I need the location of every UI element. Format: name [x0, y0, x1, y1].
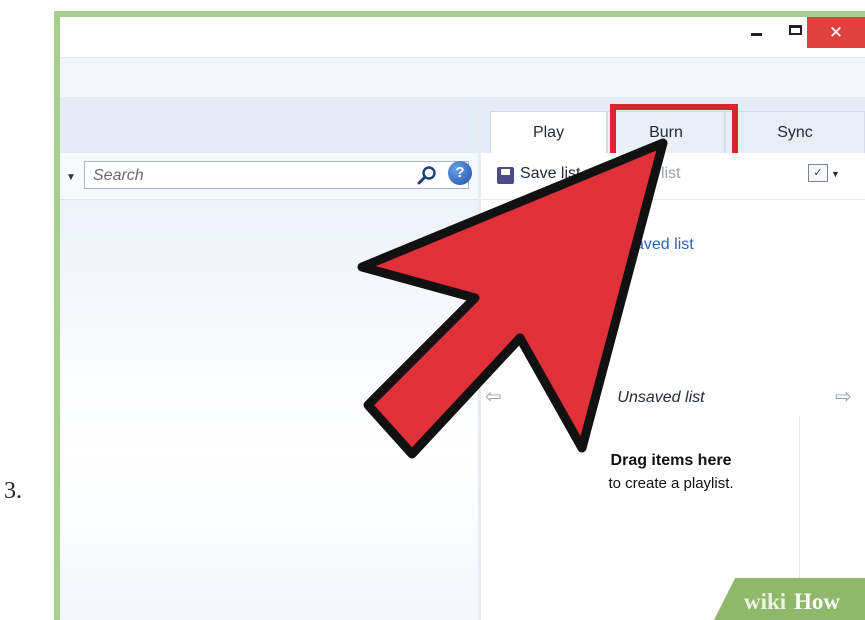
save-icon — [497, 167, 514, 184]
saved-list-link[interactable]: saved list — [627, 236, 694, 254]
library-content — [60, 200, 478, 620]
search-icon[interactable] — [416, 165, 438, 185]
screenshot-frame: ✕ ▼ ▼ ? Play — [54, 11, 865, 620]
library-header — [60, 97, 478, 154]
watermark-how-text: How — [794, 589, 840, 614]
minimize-button[interactable] — [751, 33, 762, 36]
title-bar: ✕ — [60, 17, 865, 57]
forward-arrow-icon[interactable]: ⇨ — [835, 384, 852, 409]
clear-list-button[interactable]: list — [661, 165, 681, 183]
search-input[interactable] — [91, 166, 385, 186]
search-box[interactable]: ▼ — [84, 161, 469, 189]
help-icon[interactable]: ? — [448, 161, 472, 185]
drag-hint-title: Drag items here — [610, 452, 732, 469]
step-number: 3. — [4, 478, 22, 504]
list-toolbar: Save list list ✓ ▼ — [481, 153, 865, 200]
tab-sync[interactable]: Sync — [725, 111, 865, 153]
maximize-button[interactable] — [789, 25, 802, 35]
list-options-icon[interactable]: ✓ — [808, 164, 828, 182]
close-button[interactable]: ✕ — [807, 17, 865, 48]
list-pane: Play Burn Sync Save list list ✓ ▼ saved … — [481, 97, 865, 620]
library-pane: ▼ ▼ ? — [60, 97, 478, 620]
save-list-button[interactable]: Save list — [520, 165, 580, 183]
tab-bar: Play Burn Sync — [481, 97, 865, 162]
address-band — [60, 57, 865, 98]
playlist-title: Unsaved list — [617, 389, 705, 406]
view-options-dropdown[interactable]: ▼ — [66, 172, 76, 183]
watermark-wiki-text: wiki — [744, 589, 787, 614]
wikihow-watermark: wiki How — [714, 578, 865, 620]
media-player-window: ✕ ▼ ▼ ? Play — [60, 17, 865, 620]
list-options-dropdown-arrow[interactable]: ▼ — [831, 169, 840, 179]
library-toolbar: ▼ ▼ ? — [60, 153, 478, 200]
tab-play[interactable]: Play — [490, 111, 607, 153]
drag-hint-subtitle: to create a playlist. — [608, 475, 734, 492]
playlist-header: ⇦ Unsaved list ⇨ — [481, 380, 865, 416]
